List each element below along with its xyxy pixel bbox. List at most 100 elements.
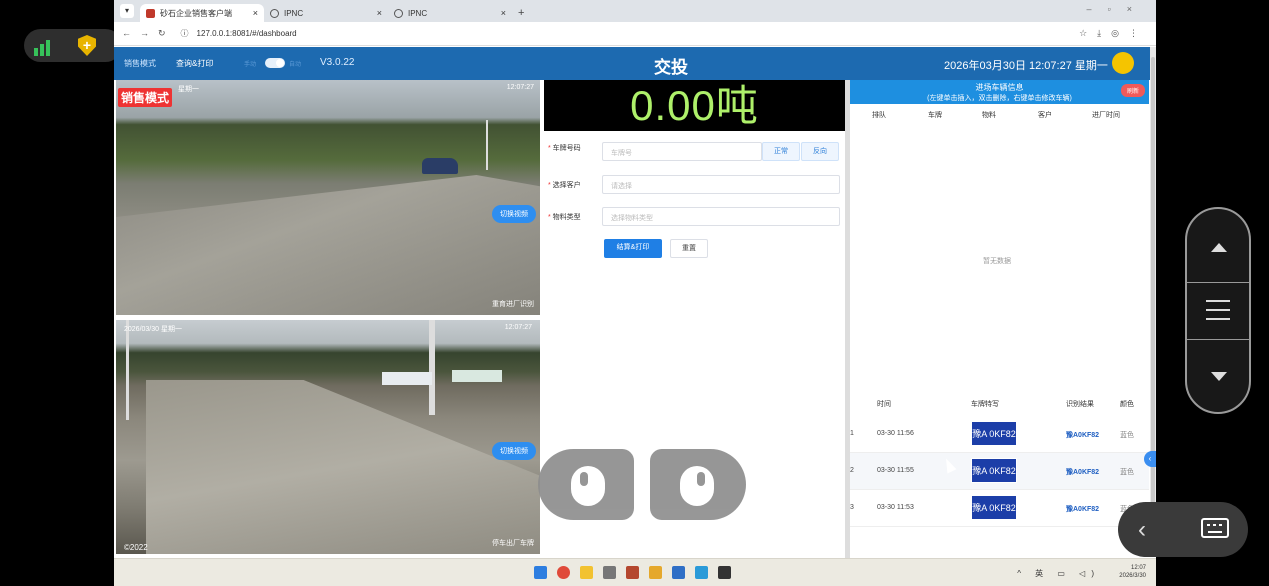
table-row[interactable]: 1 03-30 11:56 豫A 0KF82 豫A0KF82 蓝色 <box>850 416 1149 453</box>
app-icon[interactable] <box>626 566 639 579</box>
close-icon[interactable]: × <box>377 8 382 18</box>
scroll-down-icon[interactable] <box>1211 372 1227 381</box>
column-header: 物料 <box>982 112 996 119</box>
close-icon[interactable]: × <box>253 8 258 18</box>
datetime: 2026年03月30日 12:07:27 星期一 <box>944 60 1108 72</box>
vehicle-image <box>422 158 458 174</box>
column-header: 时间 <box>877 401 891 408</box>
clock-date: 2026/3/30 <box>1119 573 1146 579</box>
clock-time: 12:07 <box>1130 565 1146 571</box>
plate-color: 蓝色 <box>1120 469 1134 476</box>
camera-feed-entry: 销售模式 星期一 12:07:27 切换视频 重育进厂识别 <box>116 80 540 315</box>
windows-taskbar: ^ 英 ▭ ◁) 12:07 2026/3/30 <box>114 558 1156 586</box>
table-row[interactable]: 2 03-30 11:55 豫A 0KF82 豫A0KF82 蓝色 <box>850 453 1149 490</box>
customer-select[interactable]: 请选择 <box>602 175 840 194</box>
reset-button[interactable]: 重置 <box>670 239 708 258</box>
page-scrollbar[interactable] <box>1150 47 1156 557</box>
switch-video-button[interactable]: 切换视频 <box>492 205 536 223</box>
normal-direction-button[interactable]: 正常 <box>762 142 800 161</box>
page-title: 交投 <box>654 58 688 77</box>
plate-input[interactable]: 车牌号 <box>602 142 762 161</box>
browser-tab[interactable]: IPNC × <box>264 4 388 22</box>
new-tab-button[interactable]: + <box>518 7 524 19</box>
browser-actions-icon[interactable]: ☆⤓◎⋮ <box>1079 28 1148 39</box>
settle-print-button[interactable]: 结算&打印 <box>604 239 662 258</box>
url-field[interactable]: 127.0.0.1:8081/#/dashboard <box>197 29 297 38</box>
menu-query-print[interactable]: 查询&打印 <box>176 58 213 69</box>
camera-label: 停车出厂车牌 <box>492 540 534 547</box>
row-time: 03-30 11:53 <box>877 504 914 511</box>
chrome-icon[interactable] <box>557 566 570 579</box>
remote-desktop-screen: ▾ 砂石企业销售客户端 × IPNC × IPNC × + –▫× ←→↻ ⓘ … <box>114 0 1156 586</box>
tray-icons[interactable]: ^ 英 ▭ ◁) <box>1017 568 1100 579</box>
road-image <box>116 175 540 315</box>
menu-sales-mode[interactable]: 销售模式 <box>124 58 156 69</box>
material-label: * 物料类型 <box>548 214 581 221</box>
building-image <box>382 372 432 385</box>
column-header: 车牌特写 <box>971 401 999 408</box>
refresh-button[interactable]: 刷新 <box>1120 84 1145 97</box>
plate-result: 豫A0KF82 <box>1066 506 1100 513</box>
column-header: 车牌 <box>928 112 942 119</box>
start-icon[interactable] <box>534 566 547 579</box>
row-index: 1 <box>850 430 854 437</box>
pole-image <box>126 320 129 420</box>
column-header: 进厂时间 <box>1092 112 1120 119</box>
column-header: 颜色 <box>1120 401 1134 408</box>
table-row[interactable]: 3 03-30 11:53 豫A 0KF82 豫A0KF82 蓝色 <box>850 490 1149 527</box>
road-image <box>146 380 540 554</box>
row-index: 2 <box>850 467 854 474</box>
queue-header: 进场车辆信息 (左键单击插入，双击删除，右键单击修改车辆) 刷新 <box>850 80 1149 104</box>
column-header: 客户 <box>1038 112 1052 119</box>
switch-left-label: 手动 <box>244 62 257 68</box>
app-icon[interactable] <box>672 566 685 579</box>
app-header: 销售模式 查询&打印 手动 自动 V3.0.22 交投 2026年03月30日 … <box>114 47 1150 80</box>
material-label-text: 物料类型 <box>552 214 581 221</box>
scroll-drag-handle[interactable] <box>1187 282 1249 340</box>
globe-icon <box>270 8 279 18</box>
collapse-chevron-icon[interactable]: ‹ <box>1144 451 1156 467</box>
queue-subtitle: (左键单击插入，双击删除，右键单击修改车辆) <box>927 95 1072 102</box>
terminal-icon[interactable] <box>718 566 731 579</box>
window-controls[interactable]: –▫× <box>1087 4 1148 14</box>
weight-display: 0.00吨 <box>544 80 845 131</box>
scroll-up-icon[interactable] <box>1211 243 1227 252</box>
switch-video-button[interactable]: 切换视频 <box>492 442 536 460</box>
tab-list-icon[interactable]: ▾ <box>120 4 134 18</box>
key <box>1208 531 1222 533</box>
plate-result: 豫A0KF82 <box>1066 469 1100 476</box>
signal-icon <box>34 38 52 56</box>
row-time: 03-30 11:56 <box>877 430 914 437</box>
empty-state: 暂无数据 <box>983 258 1011 265</box>
browser-tab-bar: ▾ 砂石企业销售客户端 × IPNC × IPNC × + –▫× <box>114 0 1156 22</box>
plate-label-text: 车牌号码 <box>552 145 581 152</box>
avatar[interactable] <box>1112 52 1134 74</box>
app-icon[interactable] <box>603 566 616 579</box>
switch-right-label: 自动 <box>289 62 302 68</box>
input-language[interactable]: 英 <box>1035 569 1049 578</box>
material-select[interactable]: 选择物料类型 <box>602 207 840 226</box>
camera-feed-exit: 2026/03/30 星期一 12:07:27 切换视频 停车出厂车牌 ©202… <box>116 320 540 554</box>
row-index: 3 <box>850 504 854 511</box>
plate-result: 豫A0KF82 <box>1066 432 1100 439</box>
keyboard-icon[interactable] <box>1201 518 1229 538</box>
close-icon[interactable]: × <box>501 8 506 18</box>
reverse-direction-button[interactable]: 反向 <box>801 142 839 161</box>
key <box>1219 524 1222 526</box>
app-icon[interactable] <box>649 566 662 579</box>
left-click-button[interactable] <box>538 449 634 520</box>
taskbar-clock[interactable]: 12:07 2026/3/30 <box>1119 564 1146 580</box>
folder-icon[interactable] <box>580 566 593 579</box>
nav-buttons-icon[interactable]: ←→↻ <box>122 28 175 39</box>
scroll-controller[interactable] <box>1185 207 1251 414</box>
back-chevron-icon[interactable]: ‹ <box>1138 516 1146 544</box>
right-click-button[interactable] <box>650 449 746 520</box>
pole-image <box>429 320 435 415</box>
plate-color: 蓝色 <box>1120 432 1134 439</box>
app-icon[interactable] <box>695 566 708 579</box>
info-icon[interactable]: ⓘ <box>181 28 189 39</box>
browser-tab[interactable]: 砂石企业销售客户端 × <box>140 4 264 22</box>
browser-tab[interactable]: IPNC × <box>388 4 512 22</box>
mode-toggle[interactable] <box>265 58 285 68</box>
plate-label: * 车牌号码 <box>548 145 581 152</box>
